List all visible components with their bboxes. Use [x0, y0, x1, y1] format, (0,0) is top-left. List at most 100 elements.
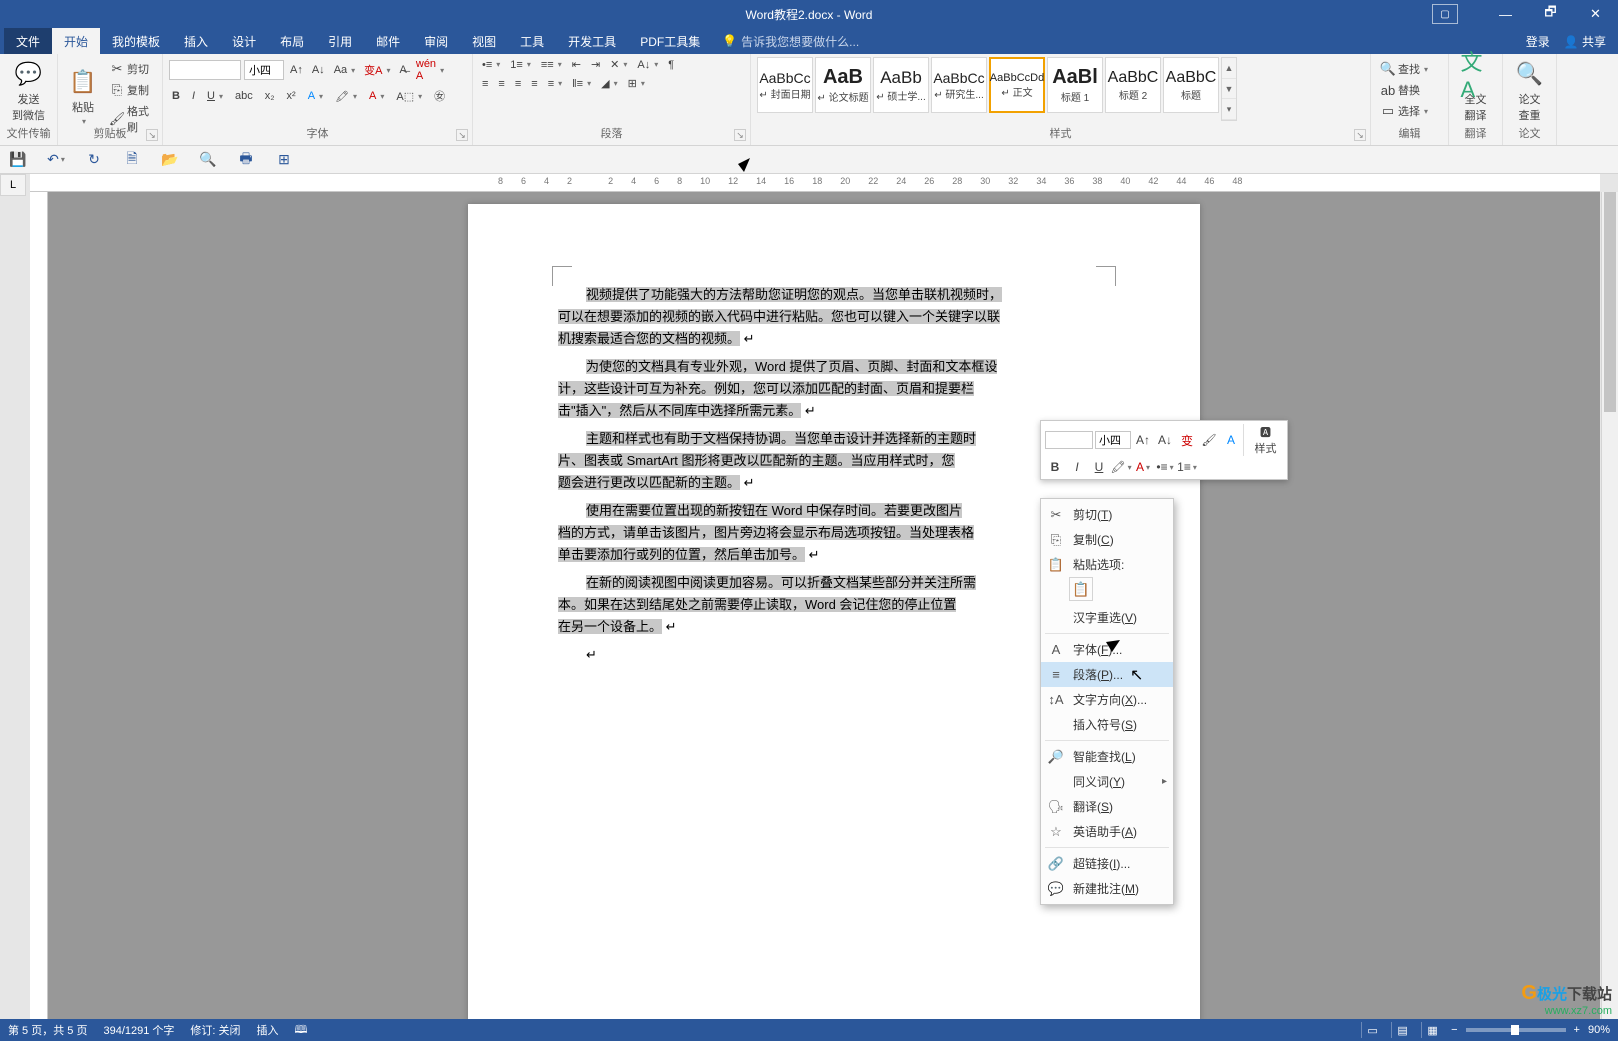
mini-bold[interactable]: B: [1045, 458, 1065, 476]
tab-selector[interactable]: L: [0, 174, 26, 196]
highlight-button[interactable]: 🖍: [332, 89, 360, 104]
undo-button[interactable]: ↶: [46, 150, 66, 170]
redo-button[interactable]: ↻: [84, 150, 104, 170]
tab-mailings[interactable]: 邮件: [364, 28, 412, 54]
style-item-normal[interactable]: AaBbCcDd↵ 正文: [989, 57, 1045, 113]
style-item-heading2[interactable]: AaBbC标题 2: [1105, 57, 1161, 113]
vertical-ruler[interactable]: [30, 192, 48, 1019]
align-distribute-button[interactable]: ≡: [545, 77, 565, 91]
translate-all-button[interactable]: 文A 全文 翻译: [1455, 57, 1496, 125]
pinyin-guide-button[interactable]: wénA: [413, 57, 447, 83]
clear-formatting-button[interactable]: A̶: [397, 63, 410, 77]
tab-pdf[interactable]: PDF工具集: [628, 28, 712, 54]
mini-grow-font[interactable]: A↑: [1133, 431, 1153, 449]
line-spacing-button[interactable]: ‖≡: [569, 77, 594, 91]
ctx-font[interactable]: A字体(F)...: [1041, 637, 1173, 662]
zoom-level[interactable]: 90%: [1588, 1024, 1610, 1036]
tab-home[interactable]: 开始: [52, 28, 100, 54]
send-to-wechat-button[interactable]: 💬 发送 到微信: [6, 57, 51, 125]
font-name-input[interactable]: [169, 60, 241, 80]
tab-developer[interactable]: 开发工具: [556, 28, 628, 54]
horizontal-ruler[interactable]: 8642246810121416182022242628303234363840…: [30, 174, 1600, 192]
tab-review[interactable]: 审阅: [412, 28, 460, 54]
mini-styles[interactable]: A: [1221, 431, 1241, 449]
show-marks-button[interactable]: ¶: [665, 58, 677, 72]
mini-shrink-font[interactable]: A↓: [1155, 431, 1175, 449]
tab-design[interactable]: 设计: [220, 28, 268, 54]
clipboard-launcher[interactable]: ↘: [146, 129, 158, 141]
status-insert-mode[interactable]: 插入: [257, 1022, 279, 1038]
status-wordcount[interactable]: 394/1291 个字: [103, 1022, 174, 1038]
sort-button[interactable]: A↓: [634, 58, 661, 72]
close-button[interactable]: ✕: [1573, 0, 1618, 28]
ctx-text-direction[interactable]: ↕A文字方向(X)...: [1041, 687, 1173, 712]
bold-button[interactable]: B: [169, 89, 183, 103]
style-item-master[interactable]: AaBb↵ 硕士学...: [873, 57, 929, 113]
ctx-hyperlink[interactable]: 🔗超链接(I)...: [1041, 851, 1173, 876]
paragraph-launcher[interactable]: ↘: [734, 129, 746, 141]
underline-button[interactable]: U: [204, 89, 226, 103]
increase-indent-button[interactable]: ⇥: [588, 57, 603, 72]
status-page[interactable]: 第 5 页，共 5 页: [8, 1022, 87, 1038]
mini-format-painter[interactable]: 🖌: [1199, 431, 1219, 449]
styles-scroll[interactable]: ▲▼▾: [1221, 57, 1237, 121]
ctx-english-assistant[interactable]: ☆英语助手(A): [1041, 819, 1173, 844]
mini-underline[interactable]: U: [1089, 458, 1109, 476]
styles-launcher[interactable]: ↘: [1354, 129, 1366, 141]
enclose-char-button[interactable]: ㊛: [431, 87, 448, 105]
print-preview-button[interactable]: 🔍: [198, 150, 218, 170]
mini-style-box[interactable]: 🅰样式: [1243, 424, 1283, 456]
ctx-cut[interactable]: ✂剪切(T): [1041, 502, 1173, 527]
document-area[interactable]: 视频提供了功能强大的方法帮助您证明您的观点。当您单击联机视频时， 可以在想要添加…: [48, 192, 1600, 1019]
print-button[interactable]: 🖶: [236, 150, 256, 170]
superscript-button[interactable]: x²: [284, 89, 299, 103]
font-color-button[interactable]: A: [366, 89, 387, 103]
ctx-synonyms[interactable]: 同义词(Y): [1041, 769, 1173, 794]
cut-button[interactable]: ✂剪切: [106, 60, 156, 78]
text-effects-button[interactable]: A: [305, 89, 326, 103]
subscript-button[interactable]: x₂: [262, 89, 278, 103]
change-case-button[interactable]: Aa: [331, 63, 358, 77]
shrink-font-button[interactable]: A↓: [309, 63, 328, 77]
zoom-in[interactable]: +: [1574, 1024, 1580, 1036]
find-button[interactable]: 🔍查找: [1377, 60, 1442, 78]
bullets-button[interactable]: •≡: [479, 58, 503, 72]
mini-highlight[interactable]: 🖍: [1111, 458, 1131, 476]
strikethrough-button[interactable]: abc: [232, 89, 256, 103]
zoom-slider[interactable]: [1466, 1028, 1566, 1032]
phonetic-guide-button[interactable]: 变A: [361, 61, 393, 79]
save-button[interactable]: 💾: [8, 150, 28, 170]
style-item-thesis-title[interactable]: AaB↵ 论文标题: [815, 57, 871, 113]
style-item-title[interactable]: AaBbC标题: [1163, 57, 1219, 113]
ctx-insert-symbol[interactable]: 插入符号(S): [1041, 712, 1173, 737]
style-item-heading1[interactable]: AaBl标题 1: [1047, 57, 1103, 113]
qat-more-button[interactable]: ⊞: [274, 150, 294, 170]
ctx-translate[interactable]: 🗣翻译(S): [1041, 794, 1173, 819]
new-doc-button[interactable]: 🗎: [122, 150, 142, 170]
shading-button[interactable]: ◢: [598, 76, 620, 91]
tab-file[interactable]: 文件: [4, 28, 52, 54]
ctx-new-comment[interactable]: 💬新建批注(M): [1041, 876, 1173, 901]
status-proofing[interactable]: 🕮: [295, 1021, 308, 1040]
view-read-mode[interactable]: ▭: [1361, 1022, 1383, 1038]
mini-italic[interactable]: I: [1067, 458, 1087, 476]
tab-insert[interactable]: 插入: [172, 28, 220, 54]
align-left-button[interactable]: ≡: [479, 77, 491, 91]
grow-font-button[interactable]: A↑: [287, 63, 306, 77]
view-web-layout[interactable]: ▦: [1421, 1022, 1443, 1038]
vertical-scrollbar[interactable]: [1601, 192, 1618, 1019]
styles-gallery[interactable]: AaBbCc↵ 封面日期 AaB↵ 论文标题 AaBb↵ 硕士学... AaBb…: [757, 57, 1364, 121]
mini-font-size[interactable]: [1095, 431, 1131, 449]
copy-button[interactable]: ⎘复制: [106, 81, 156, 99]
align-justify-button[interactable]: ≡: [528, 77, 540, 91]
mini-bullets[interactable]: •≡: [1155, 458, 1175, 476]
replace-button[interactable]: ab替换: [1377, 81, 1442, 99]
tab-mytemplate[interactable]: 我的模板: [100, 28, 172, 54]
italic-button[interactable]: I: [189, 89, 198, 103]
open-button[interactable]: 📂: [160, 150, 180, 170]
borders-button[interactable]: ⊞: [625, 76, 648, 91]
tab-references[interactable]: 引用: [316, 28, 364, 54]
style-item-graduate[interactable]: AaBbCc↵ 研究生...: [931, 57, 987, 113]
decrease-indent-button[interactable]: ⇤: [569, 57, 584, 72]
tab-layout[interactable]: 布局: [268, 28, 316, 54]
